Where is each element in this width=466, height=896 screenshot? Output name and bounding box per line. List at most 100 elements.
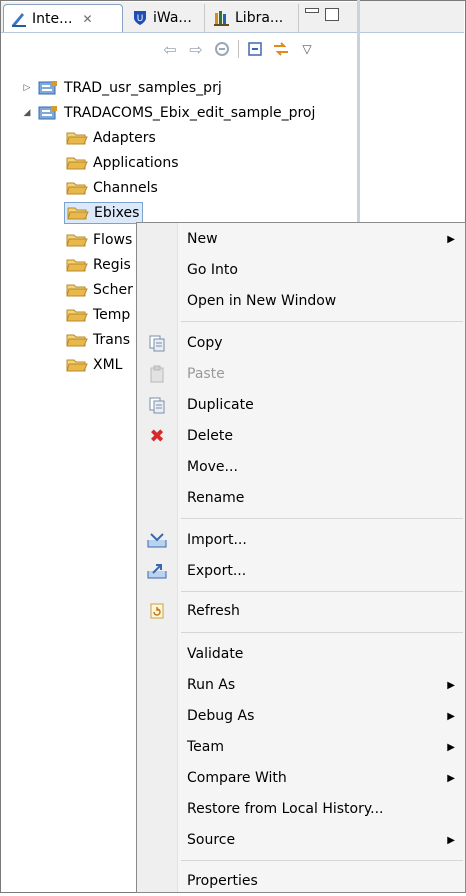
import-icon [147, 530, 167, 550]
folder-icon [66, 357, 88, 373]
menu-item-label: Team [187, 739, 225, 755]
tree-item-label: TRAD_usr_samples_prj [64, 80, 222, 96]
folder-icon [66, 232, 88, 248]
tree-item-label: Regis [93, 257, 131, 273]
tree-item-label: Ebixes [94, 205, 140, 221]
menu-item-label: Rename [187, 490, 245, 506]
folder-icon [66, 155, 88, 171]
delete-icon: ✖ [149, 425, 165, 447]
tree-folder-item-selected[interactable]: Ebixes [64, 202, 144, 224]
menu-item-rename[interactable]: Rename [137, 483, 465, 513]
back-icon[interactable]: ⇦ [160, 39, 180, 59]
project-icon [38, 80, 60, 96]
tab-iway[interactable]: U iWa... [125, 4, 205, 32]
collapse-icon[interactable]: ◢ [20, 108, 34, 118]
tree-folder-item[interactable]: Regis [66, 253, 131, 277]
folder-icon [66, 307, 88, 323]
menu-item-restore-history[interactable]: Restore from Local History... [137, 794, 465, 824]
tree-item-label: TRADACOMS_Ebix_edit_sample_proj [64, 105, 316, 121]
tree-item-label: Temp [93, 307, 131, 323]
menu-item-label: Import... [187, 532, 247, 548]
project-icon [38, 105, 60, 121]
menu-item-copy[interactable]: Copy [137, 328, 465, 358]
folder-icon [66, 180, 88, 196]
home-icon[interactable] [212, 39, 232, 59]
menu-item-run-as[interactable]: Run As ▶ [137, 670, 465, 700]
view-tab-bar: Inte... ✕ U iWa... Libra... [1, 2, 357, 33]
submenu-arrow-icon: ▶ [447, 834, 455, 846]
tree-item-label: Channels [93, 180, 158, 196]
menu-item-import[interactable]: Import... [137, 525, 465, 555]
forward-icon[interactable]: ⇨ [186, 39, 206, 59]
menu-item-properties[interactable]: Properties [137, 866, 465, 896]
menu-item-export[interactable]: Export... [137, 556, 465, 586]
menu-item-label: Copy [187, 335, 223, 351]
tab-integration-explorer[interactable]: Inte... ✕ [3, 4, 123, 32]
folder-icon [66, 257, 88, 273]
tree-project-item[interactable]: ◢ TRADACOMS_Ebix_edit_sample_proj [20, 101, 316, 125]
menu-item-new[interactable]: New ▶ [137, 224, 465, 254]
menu-item-refresh[interactable]: Refresh [137, 596, 465, 626]
menu-item-debug-as[interactable]: Debug As ▶ [137, 701, 465, 731]
folder-icon [66, 282, 88, 298]
library-books-icon [213, 9, 231, 27]
link-with-editor-icon[interactable] [271, 39, 291, 59]
tree-folder-item[interactable]: Scher [66, 278, 133, 302]
menu-item-label: Duplicate [187, 397, 254, 413]
menu-item-label: Go Into [187, 262, 238, 278]
menu-item-label: New [187, 231, 218, 247]
maximize-icon[interactable] [325, 8, 339, 21]
duplicate-icon [147, 395, 167, 415]
close-tab-icon[interactable]: ✕ [82, 12, 92, 26]
tab-label: iWa... [153, 10, 192, 26]
menu-separator [181, 591, 463, 592]
menu-item-go-into[interactable]: Go Into [137, 255, 465, 285]
tree-folder-item[interactable]: Temp [66, 303, 130, 327]
menu-item-label: Refresh [187, 603, 240, 619]
tree-project-item[interactable]: ▷ TRAD_usr_samples_prj [20, 76, 222, 100]
menu-item-compare-with[interactable]: Compare With ▶ [137, 763, 465, 793]
minimize-icon[interactable] [305, 8, 319, 13]
menu-item-paste[interactable]: Paste [137, 359, 465, 389]
menu-item-validate[interactable]: Validate [137, 639, 465, 669]
tree-item-label: Trans [93, 332, 130, 348]
menu-separator [181, 518, 463, 519]
tree-folder-item[interactable]: Applications [66, 151, 179, 175]
tree-folder-item[interactable]: XML [66, 353, 122, 377]
menu-item-label: Properties [187, 873, 258, 889]
menu-item-label: Delete [187, 428, 233, 444]
toolbar-separator [238, 40, 239, 58]
folder-icon [66, 130, 88, 146]
menu-item-label: Open in New Window [187, 293, 337, 309]
refresh-icon [147, 601, 167, 621]
menu-item-delete[interactable]: ✖ Delete [137, 421, 465, 451]
menu-separator [181, 860, 463, 861]
menu-item-label: Paste [187, 366, 225, 382]
menu-item-label: Source [187, 832, 236, 848]
view-menu-icon[interactable]: ▽ [297, 39, 317, 59]
expand-icon[interactable]: ▷ [20, 83, 34, 93]
submenu-arrow-icon: ▶ [447, 741, 455, 753]
menu-item-label: Restore from Local History... [187, 801, 384, 817]
folder-icon [67, 205, 89, 221]
menu-item-source[interactable]: Source ▶ [137, 825, 465, 855]
folder-icon [66, 332, 88, 348]
tree-folder-item[interactable]: Trans [66, 328, 130, 352]
tree-folder-item[interactable]: Flows [66, 228, 132, 252]
view-window-controls [305, 8, 339, 21]
menu-item-open-new-window[interactable]: Open in New Window [137, 286, 465, 316]
menu-item-label: Export... [187, 563, 247, 579]
svg-text:U: U [137, 14, 144, 24]
tree-folder-item[interactable]: Adapters [66, 126, 156, 150]
collapse-all-icon[interactable] [245, 39, 265, 59]
tab-library[interactable]: Libra... [207, 4, 299, 32]
submenu-arrow-icon: ▶ [447, 679, 455, 691]
menu-item-label: Run As [187, 677, 236, 693]
view-toolbar: ⇦ ⇨ ▽ [160, 38, 317, 60]
copy-icon [147, 333, 167, 353]
menu-item-team[interactable]: Team ▶ [137, 732, 465, 762]
tree-folder-item[interactable]: Channels [66, 176, 158, 200]
paste-icon [147, 364, 167, 384]
menu-item-move[interactable]: Move... [137, 452, 465, 482]
menu-item-duplicate[interactable]: Duplicate [137, 390, 465, 420]
